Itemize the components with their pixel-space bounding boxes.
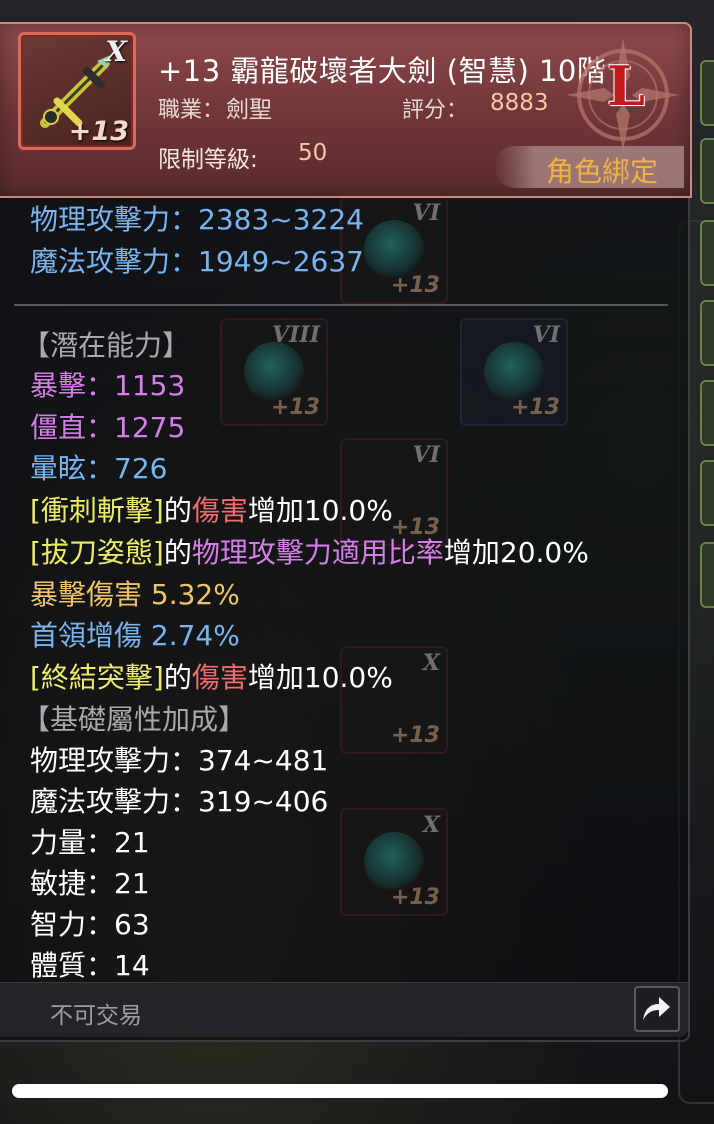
item-icon-slot[interactable]: X +13 — [18, 32, 136, 150]
item-grade-mark: X — [105, 35, 127, 68]
home-indicator[interactable] — [12, 1084, 668, 1098]
item-name: +13 霸龍破壞者大劍 (智慧) 10階 — [158, 54, 607, 88]
stat-magic-attack: 魔法攻擊力：1949~2637 — [30, 245, 364, 278]
item-enhance-level: +13 — [68, 116, 129, 147]
side-tab[interactable] — [700, 300, 714, 366]
score-label: 評分： — [402, 98, 469, 123]
connector: 的 — [163, 494, 192, 527]
potential-skill-line: [拔刀姿態]的物理攻擊力適用比率增加20.0% — [30, 535, 589, 571]
slot-enhance: +13 — [390, 885, 440, 910]
share-arrow-icon — [643, 997, 670, 1020]
score-value: 8883 — [490, 90, 549, 116]
side-tab[interactable] — [700, 138, 714, 204]
bonus-strength: 力量：21 — [30, 826, 150, 859]
gem-icon — [244, 342, 304, 402]
potential-skill-line: [衝刺斬擊]的傷害增加10.0% — [30, 493, 393, 529]
slot-grade: X — [422, 650, 440, 676]
skill-attribute: 物理攻擊力適用比率 — [191, 536, 444, 569]
connector: 的 — [163, 536, 192, 569]
background-item-slot: VI +13 — [340, 438, 448, 546]
gem-icon — [484, 342, 544, 402]
skill-name: [拔刀姿態] — [30, 536, 164, 569]
bonus-agility: 敏捷：21 — [30, 867, 150, 900]
bind-status-text: 角色綁定 — [546, 155, 659, 188]
side-tab[interactable] — [700, 542, 714, 608]
job-value: 劍聖 — [226, 97, 272, 123]
gem-icon — [364, 832, 424, 892]
skill-increase: 增加20.0% — [443, 536, 589, 569]
potential-stun: 暈眩：726 — [30, 452, 168, 485]
bonus-physical-attack: 物理攻擊力：374~481 — [30, 744, 329, 777]
share-button[interactable] — [634, 986, 680, 1032]
section-divider — [14, 304, 668, 306]
slot-enhance: +13 — [510, 395, 560, 420]
slot-enhance: +13 — [270, 395, 320, 420]
background-item-slot: X +13 — [340, 808, 448, 916]
side-tab[interactable] — [700, 380, 714, 446]
skill-name: [衝刺斬擊] — [30, 494, 164, 527]
slot-enhance: +13 — [390, 723, 440, 748]
potential-skill-line: [終結突擊]的傷害增加10.0% — [30, 660, 393, 696]
skill-attribute: 傷害 — [191, 494, 248, 527]
skill-increase: 增加10.0% — [247, 494, 393, 527]
bonus-intelligence: 智力：63 — [30, 908, 150, 941]
potential-crit: 暴擊：1153 — [30, 369, 186, 402]
slot-grade: VI — [412, 442, 440, 468]
skill-name: [終結突擊] — [30, 661, 164, 694]
skill-increase: 增加10.0% — [247, 661, 393, 694]
stat-physical-attack: 物理攻擊力：2383~3224 — [30, 203, 364, 236]
grade-letter: L — [607, 54, 645, 118]
skill-attribute: 傷害 — [191, 661, 248, 694]
trade-status: 不可交易 — [50, 1003, 142, 1029]
side-tab[interactable] — [700, 220, 714, 286]
background-item-slot: VI +13 — [460, 318, 568, 426]
background-item-slot: VIII +13 — [220, 318, 328, 426]
potential-crit-damage: 暴擊傷害 5.32% — [30, 578, 240, 611]
slot-enhance: +13 — [390, 273, 440, 298]
side-tab[interactable] — [700, 460, 714, 526]
bonus-vitality: 體質：14 — [30, 949, 150, 982]
bonus-section-title: 【基礎屬性加成】 — [22, 703, 247, 736]
side-tab[interactable] — [700, 60, 714, 126]
slot-grade: X — [422, 812, 440, 838]
slot-grade: VIII — [272, 322, 320, 348]
level-requirement-label: 限制等級: — [158, 147, 258, 173]
gem-icon — [364, 220, 424, 280]
job-label: 職業： — [158, 98, 225, 123]
potential-section-title: 【潛在能力】 — [22, 329, 191, 362]
connector: 的 — [163, 661, 192, 694]
slot-grade: VI — [532, 322, 560, 348]
slot-grade: VI — [412, 200, 440, 226]
potential-stiff: 僵直：1275 — [30, 411, 186, 444]
level-requirement-value: 50 — [298, 140, 328, 166]
potential-boss-damage: 首領增傷 2.74% — [30, 619, 240, 652]
bonus-magic-attack: 魔法攻擊力：319~406 — [30, 785, 329, 818]
